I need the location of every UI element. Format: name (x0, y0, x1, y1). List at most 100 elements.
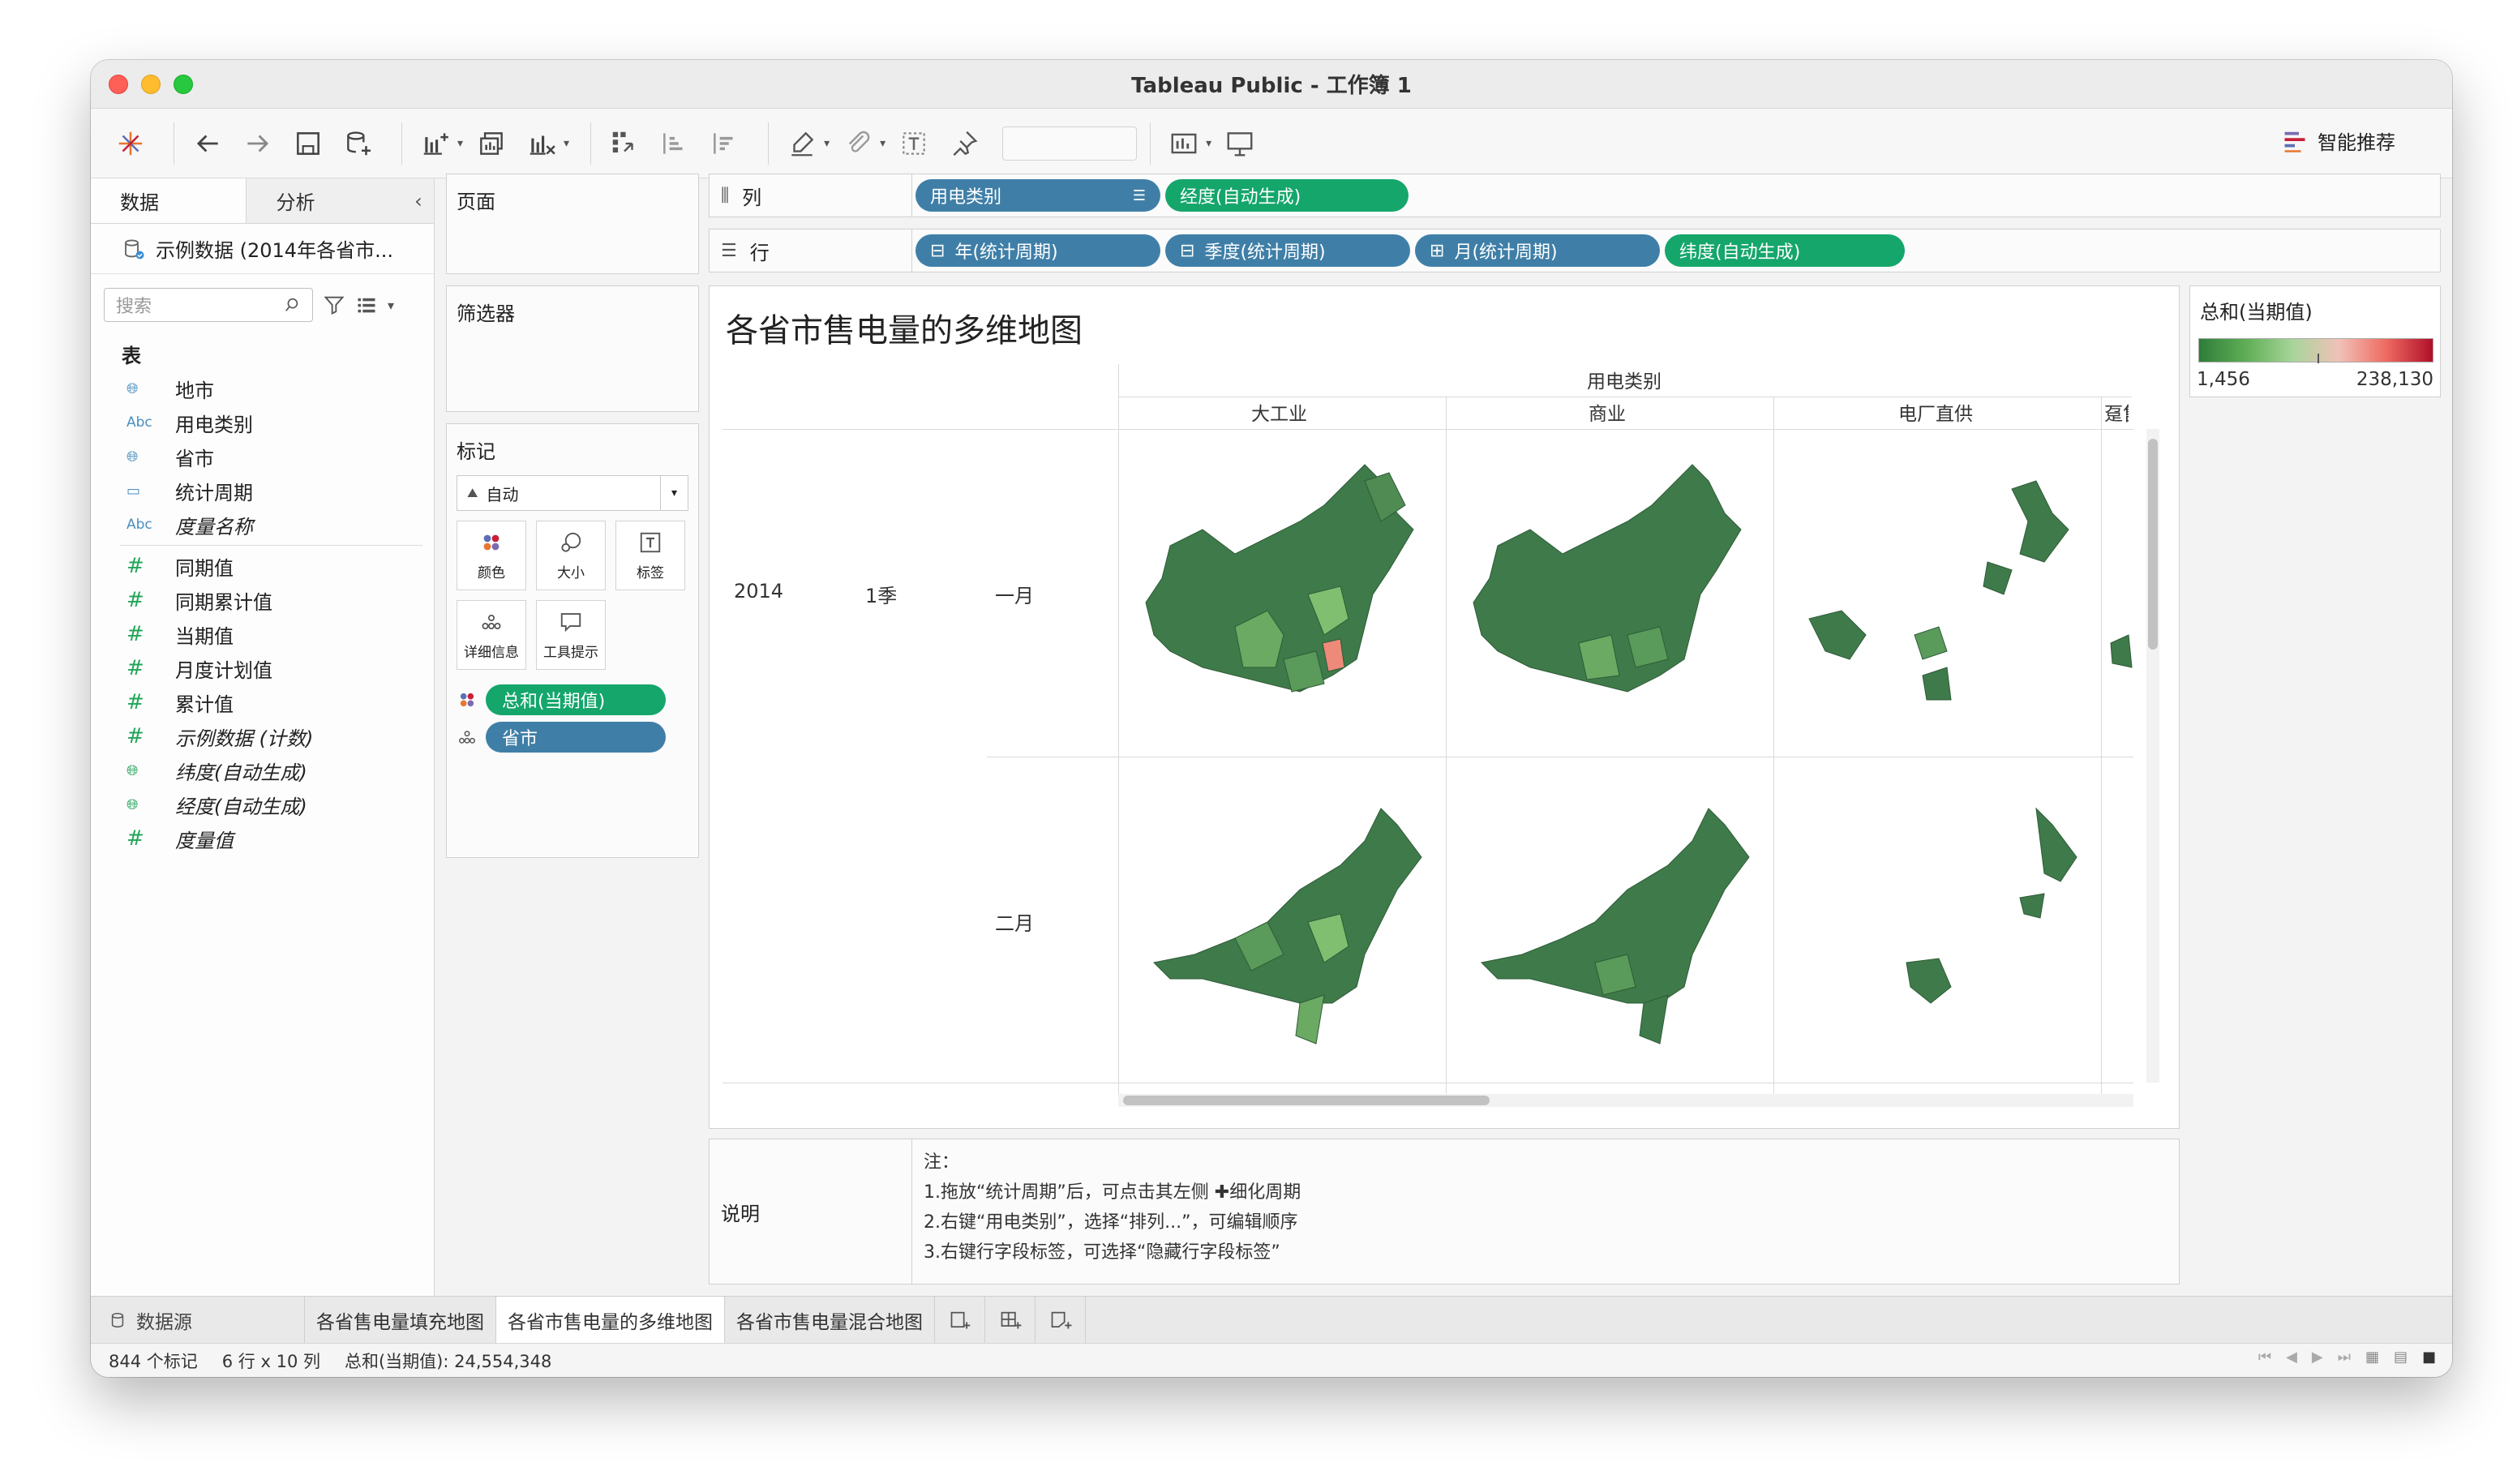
row-header-month[interactable]: 二月 (995, 907, 1034, 936)
datasource-tab[interactable]: 数据源 (91, 1297, 305, 1343)
map-feb-commercial[interactable] (1449, 760, 1773, 1084)
field-item[interactable]: Abc 用电类别 (91, 405, 434, 440)
row-header-year[interactable]: 2014 (734, 580, 783, 603)
group-members-icon[interactable] (838, 123, 878, 164)
map-jan-wholesale[interactable] (2104, 432, 2133, 757)
category-header[interactable]: 大工业 (1251, 398, 1307, 426)
columns-shelf[interactable]: ⫼ 列 用电类别 ☰ 经度(自动生成) (709, 174, 2441, 217)
map-jan-commercial[interactable] (1449, 432, 1773, 757)
filter-icon[interactable] (323, 294, 345, 316)
pages-card[interactable]: 页面 (446, 174, 699, 274)
tab-data[interactable]: 数据 (91, 178, 247, 223)
tab-analysis[interactable]: 分析 (247, 178, 403, 223)
minimize-window-button[interactable] (141, 75, 161, 94)
row-header-month[interactable]: 一月 (995, 580, 1034, 608)
map-jan-plant-direct[interactable] (1777, 432, 2101, 757)
label-button[interactable]: 标签 (615, 521, 685, 590)
field-item[interactable]: # 度量值 (91, 821, 434, 856)
map-feb-industry[interactable] (1121, 760, 1446, 1084)
field-item[interactable]: ▭ 统计周期 (91, 474, 434, 508)
worksheet-view[interactable]: 各省市售电量的多维地图 用电类别 大工业 商业 电厂直供 趸售 2014 1季 … (709, 285, 2180, 1129)
horizontal-scrollbar[interactable] (1118, 1094, 2133, 1107)
field-item[interactable]: Abc 度量名称 (91, 508, 434, 542)
fit-dropdown[interactable] (1002, 126, 1138, 161)
tooltip-button[interactable]: 工具提示 (536, 600, 606, 670)
category-header[interactable]: 趸售 (2104, 398, 2129, 426)
new-story-icon[interactable] (1036, 1297, 1086, 1343)
presentation-mode-icon[interactable] (1220, 123, 1260, 164)
new-datasource-icon[interactable] (338, 123, 379, 164)
category-header[interactable]: 商业 (1589, 398, 1626, 426)
field-item[interactable]: # 累计值 (91, 685, 434, 719)
column-pill[interactable]: 用电类别 ☰ (915, 179, 1160, 212)
detail-button[interactable]: 详细信息 (457, 600, 526, 670)
horizontal-scroll-thumb[interactable] (1123, 1096, 1490, 1105)
filters-card[interactable]: 筛选器 (446, 285, 699, 412)
row-pill[interactable]: ⊟ 年(统计周期) (915, 234, 1160, 267)
sheet-tab-active[interactable]: 各省市售电量的多维地图 (496, 1297, 725, 1343)
vertical-scrollbar[interactable] (2146, 429, 2159, 1083)
grid-view-icon[interactable]: ▦ (2365, 1349, 2379, 1366)
field-item[interactable]: 🌐︎ 纬度(自动生成) (91, 753, 434, 787)
category-header[interactable]: 电厂直供 (1898, 398, 1973, 426)
clear-sheet-icon[interactable] (521, 123, 562, 164)
row-pill[interactable]: ⊟ 季度(统计周期) (1165, 234, 1410, 267)
search-input[interactable]: 搜索 (104, 288, 313, 322)
zoom-window-button[interactable] (174, 75, 193, 94)
new-worksheet-icon[interactable] (415, 123, 456, 164)
chevron-down-icon: ▾ (660, 476, 688, 510)
filmstrip-view-icon[interactable]: ■ (2422, 1349, 2436, 1366)
map-jan-industry[interactable] (1121, 432, 1446, 757)
undo-icon[interactable] (187, 123, 228, 164)
column-pill[interactable]: 经度(自动生成) (1165, 179, 1409, 212)
color-legend[interactable]: 总和(当期值) 1,456 238,130 (2189, 285, 2441, 397)
field-item[interactable]: 🌐︎ 经度(自动生成) (91, 787, 434, 821)
new-dashboard-icon[interactable] (985, 1297, 1036, 1343)
field-item[interactable]: # 示例数据 (计数) (91, 719, 434, 753)
detail-field-pill[interactable]: 省市 (486, 722, 666, 753)
row-header-quarter[interactable]: 1季 (865, 580, 897, 608)
field-item[interactable]: 🌐︎ 省市 (91, 440, 434, 474)
view-options-icon[interactable] (355, 294, 378, 316)
sheet-tab[interactable]: 各省市售电量混合地图 (725, 1297, 935, 1343)
view-options-caret-icon[interactable]: ▾ (388, 298, 394, 313)
first-page-icon[interactable]: ⏮ (2258, 1349, 2271, 1366)
highlight-icon[interactable] (782, 123, 822, 164)
close-window-button[interactable] (109, 75, 128, 94)
datasource-item[interactable]: 示例数据 (2014年各省市... (91, 224, 434, 274)
show-cards-icon[interactable] (1164, 123, 1204, 164)
duplicate-sheet-icon[interactable] (471, 123, 512, 164)
mark-type-dropdown[interactable]: ⛰ 自动 ▾ (457, 475, 688, 511)
sort-descending-icon[interactable] (705, 123, 745, 164)
last-page-icon[interactable]: ⏭ (2338, 1349, 2351, 1366)
row-pill[interactable]: ⊞ 月(统计周期) (1415, 234, 1660, 267)
rows-shelf[interactable]: ☰ 行 ⊟ 年(统计周期) ⊟ 季度(统计周期) ⊞ 月(统计周期) 纬度(自动生成) (709, 229, 2441, 272)
list-view-icon[interactable]: ▤ (2394, 1349, 2408, 1366)
pin-axes-icon[interactable] (944, 123, 984, 164)
color-button[interactable]: 颜色 (457, 521, 526, 590)
row-pill[interactable]: 纬度(自动生成) (1665, 234, 1905, 267)
swap-rows-columns-icon[interactable] (604, 123, 645, 164)
field-item[interactable]: 🌐︎ 地市 (91, 371, 434, 405)
vertical-scroll-thumb[interactable] (2148, 439, 2158, 650)
size-button[interactable]: 大小 (536, 521, 606, 590)
color-field-pill[interactable]: 总和(当期值) (486, 684, 666, 715)
field-item[interactable]: # 同期值 (91, 549, 434, 583)
redo-icon[interactable] (238, 123, 278, 164)
next-page-icon[interactable]: ▶ (2312, 1349, 2323, 1366)
sort-ascending-icon[interactable] (654, 123, 695, 164)
tableau-logo-icon[interactable] (110, 123, 151, 164)
show-mark-labels-icon[interactable] (894, 123, 934, 164)
sheet-tab[interactable]: 各省售电量填充地图 (305, 1297, 496, 1343)
new-worksheet-icon[interactable] (935, 1297, 985, 1343)
window-controls (109, 75, 193, 94)
collapse-panel-icon[interactable]: ‹ (402, 178, 434, 223)
field-item[interactable]: # 当期值 (91, 617, 434, 651)
map-feb-plant-direct[interactable] (1777, 760, 2101, 1084)
smart-recommend-button[interactable]: 智能推荐 (2282, 127, 2395, 155)
datasource-name: 示例数据 (2014年各省市... (156, 239, 393, 262)
prev-page-icon[interactable]: ◀ (2286, 1349, 2297, 1366)
field-item[interactable]: # 月度计划值 (91, 651, 434, 685)
field-item[interactable]: # 同期累计值 (91, 583, 434, 617)
save-icon[interactable] (288, 123, 328, 164)
